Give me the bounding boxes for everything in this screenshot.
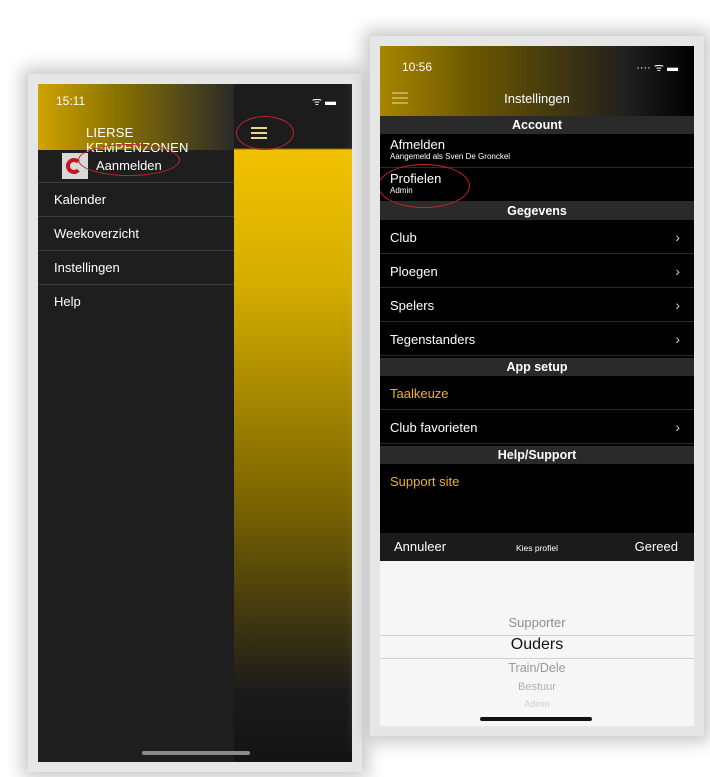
annotation-circle-profielen (380, 164, 470, 208)
section-header-help-support: Help/Support (380, 446, 694, 464)
navigation-drawer: 15:11 LIERSE KEMPENZONEN Aanmelden Kalen… (38, 84, 234, 762)
chevron-right-icon: › (675, 229, 680, 245)
section-header-account: Account (380, 116, 694, 134)
spelers-row[interactable]: Spelers › (380, 288, 694, 322)
menu-item-weekoverzicht[interactable]: Weekoverzicht (38, 217, 234, 251)
profile-picker-wheel[interactable]: Supporter Ouders Train/Dele Bestuur Admi… (380, 561, 694, 726)
status-time: 15:11 (56, 94, 86, 108)
tegenstanders-label: Tegenstanders (390, 332, 476, 347)
spelers-label: Spelers (390, 298, 435, 313)
club-favorieten-row[interactable]: Club favorieten › (380, 410, 694, 444)
page-title: Instellingen (504, 91, 570, 106)
ploegen-label: Ploegen (390, 264, 438, 279)
picker-option-train-dele[interactable]: Train/Dele (380, 661, 694, 675)
status-icons: ···· ᯤ ▬ (636, 62, 678, 74)
menu-item-label: Help (54, 294, 81, 309)
picker-selection-line (380, 658, 694, 659)
logged-in-as-text: Aangemeld als Sven De Gronckel (390, 152, 511, 161)
support-site-label: Support site (390, 474, 460, 489)
menu-item-label: Weekoverzicht (54, 226, 140, 241)
afmelden-label: Afmelden (390, 137, 445, 152)
annotation-circle-login (78, 144, 180, 176)
club-label: Club (390, 230, 417, 245)
content-behind-drawer[interactable] (234, 84, 352, 762)
chevron-right-icon: › (675, 419, 680, 435)
chevron-right-icon: › (675, 297, 680, 313)
taalkeuze-label: Taalkeuze (390, 386, 449, 401)
home-indicator (480, 717, 592, 721)
menu-item-instellingen[interactable]: Instellingen (38, 251, 234, 285)
picker-option-admin[interactable]: Admin (380, 699, 694, 709)
status-icons: ᯤ ▬ (311, 96, 336, 108)
picker-option-ouders[interactable]: Ouders (380, 636, 694, 654)
home-indicator (142, 751, 250, 755)
afmelden-row[interactable]: Afmelden Aangemeld als Sven De Gronckel (380, 134, 694, 168)
menu-item-label: Instellingen (54, 260, 120, 275)
picker-toolbar: Annuleer Kies profiel Gereed (380, 533, 694, 561)
section-header-app-setup: App setup (380, 358, 694, 376)
chevron-right-icon: › (675, 331, 680, 347)
menu-item-label: Kalender (54, 192, 107, 207)
right-phone-screen: 10:56 ···· ᯤ ▬ Instellingen Account Afme… (380, 46, 694, 726)
menu-item-kalender[interactable]: Kalender (38, 183, 234, 217)
club-row[interactable]: Club › (380, 220, 694, 254)
annotation-circle-menu (236, 116, 294, 150)
club-favorieten-label: Club favorieten (390, 420, 478, 435)
left-phone-screen: 15:11 LIERSE KEMPENZONEN Aanmelden Kalen… (38, 84, 352, 762)
ploegen-row[interactable]: Ploegen › (380, 254, 694, 288)
picker-option-bestuur[interactable]: Bestuur (380, 681, 694, 693)
chevron-right-icon: › (675, 263, 680, 279)
done-button[interactable]: Gereed (635, 539, 678, 554)
menu-item-help[interactable]: Help (38, 285, 234, 318)
picker-option-supporter[interactable]: Supporter (380, 615, 694, 630)
taalkeuze-row[interactable]: Taalkeuze (380, 376, 694, 410)
tegenstanders-row[interactable]: Tegenstanders › (380, 322, 694, 356)
support-site-row[interactable]: Support site (380, 464, 694, 497)
status-time: 10:56 (402, 60, 433, 74)
